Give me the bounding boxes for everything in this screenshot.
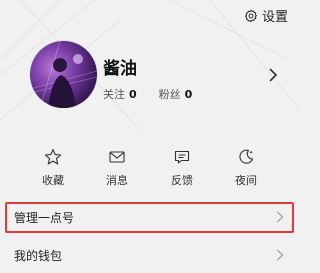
settings-button[interactable]: 设置 xyxy=(244,6,288,25)
manage-account-label: 管理一点号 xyxy=(14,210,75,225)
night-mode-button[interactable]: 夜间 xyxy=(216,148,276,193)
chevron-right-icon[interactable] xyxy=(268,68,278,82)
feedback-icon xyxy=(174,150,190,164)
gear-icon xyxy=(244,9,258,22)
chevron-right-icon xyxy=(277,249,284,261)
settings-label: 设置 xyxy=(261,10,288,25)
following-label: 关注 xyxy=(103,88,125,101)
chevron-right-icon xyxy=(277,211,284,223)
wallet-row[interactable]: 我的钱包 xyxy=(0,237,300,273)
following-stat[interactable]: 关注 0 xyxy=(103,86,137,102)
messages-button[interactable]: 消息 xyxy=(87,148,147,193)
avatar[interactable] xyxy=(30,41,97,108)
following-count: 0 xyxy=(129,88,137,101)
quick-actions: 收藏 消息 反馈 夜间 xyxy=(0,148,300,193)
feedback-label: 反馈 xyxy=(171,174,193,187)
mail-icon xyxy=(109,151,125,163)
favorites-button[interactable]: 收藏 xyxy=(23,148,83,193)
star-icon xyxy=(44,148,62,165)
feedback-button[interactable]: 反馈 xyxy=(152,148,212,193)
favorites-label: 收藏 xyxy=(42,174,64,187)
followers-label: 粉丝 xyxy=(158,88,181,101)
profile-stats: 关注 0 粉丝 0 xyxy=(103,86,192,102)
moon-icon xyxy=(239,149,254,164)
followers-stat[interactable]: 粉丝 0 xyxy=(159,86,193,102)
night-mode-label: 夜间 xyxy=(235,174,257,187)
nickname: 酱油 xyxy=(103,59,137,79)
followers-count: 0 xyxy=(184,88,193,101)
messages-label: 消息 xyxy=(106,174,128,187)
manage-account-row[interactable]: 管理一点号 xyxy=(0,199,300,235)
wallet-label: 我的钱包 xyxy=(14,248,63,263)
